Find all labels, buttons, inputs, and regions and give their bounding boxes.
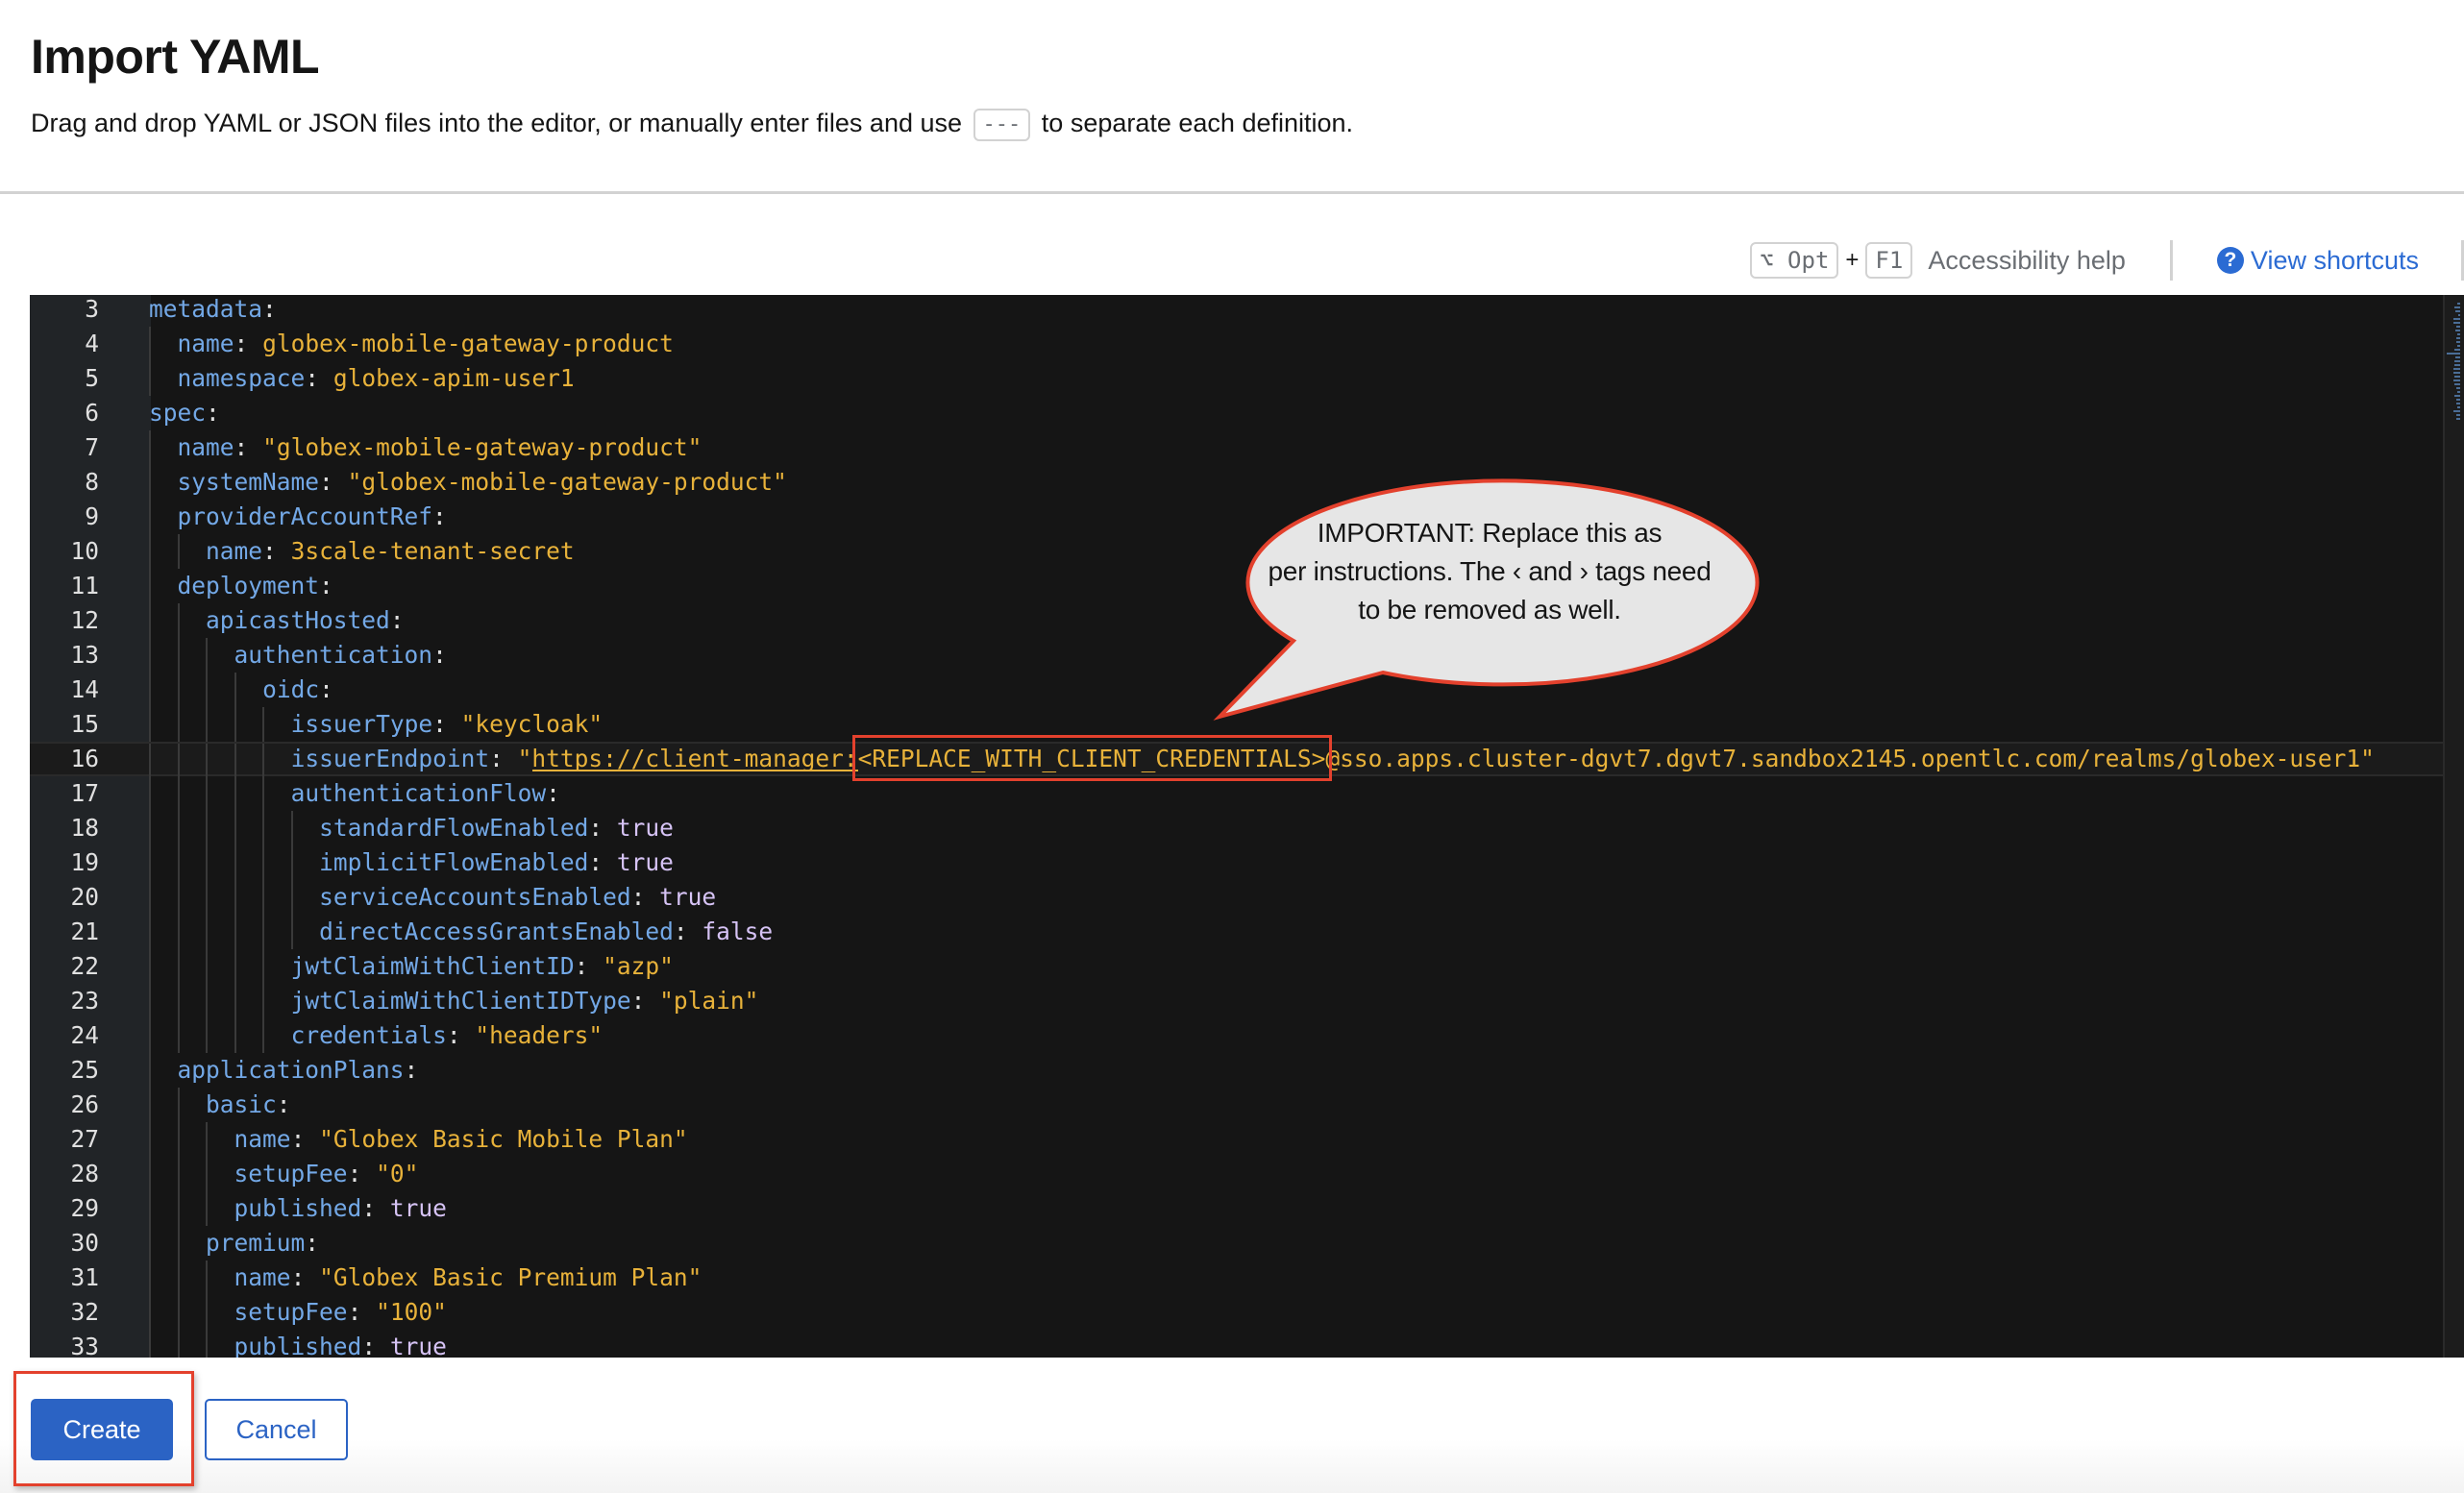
create-button[interactable]: Create xyxy=(31,1399,173,1460)
footer xyxy=(0,1358,2464,1493)
callout-line: IMPORTANT: Replace this as xyxy=(1317,518,1663,548)
callout-text: IMPORTANT: Replace this as per instructi… xyxy=(1249,514,1730,629)
callout-line: per instructions. The ‹ and › tags need xyxy=(1268,556,1712,586)
callout-line: to be removed as well. xyxy=(1358,595,1621,624)
cancel-button[interactable]: Cancel xyxy=(205,1399,348,1460)
callout-bubble xyxy=(1213,478,1760,721)
